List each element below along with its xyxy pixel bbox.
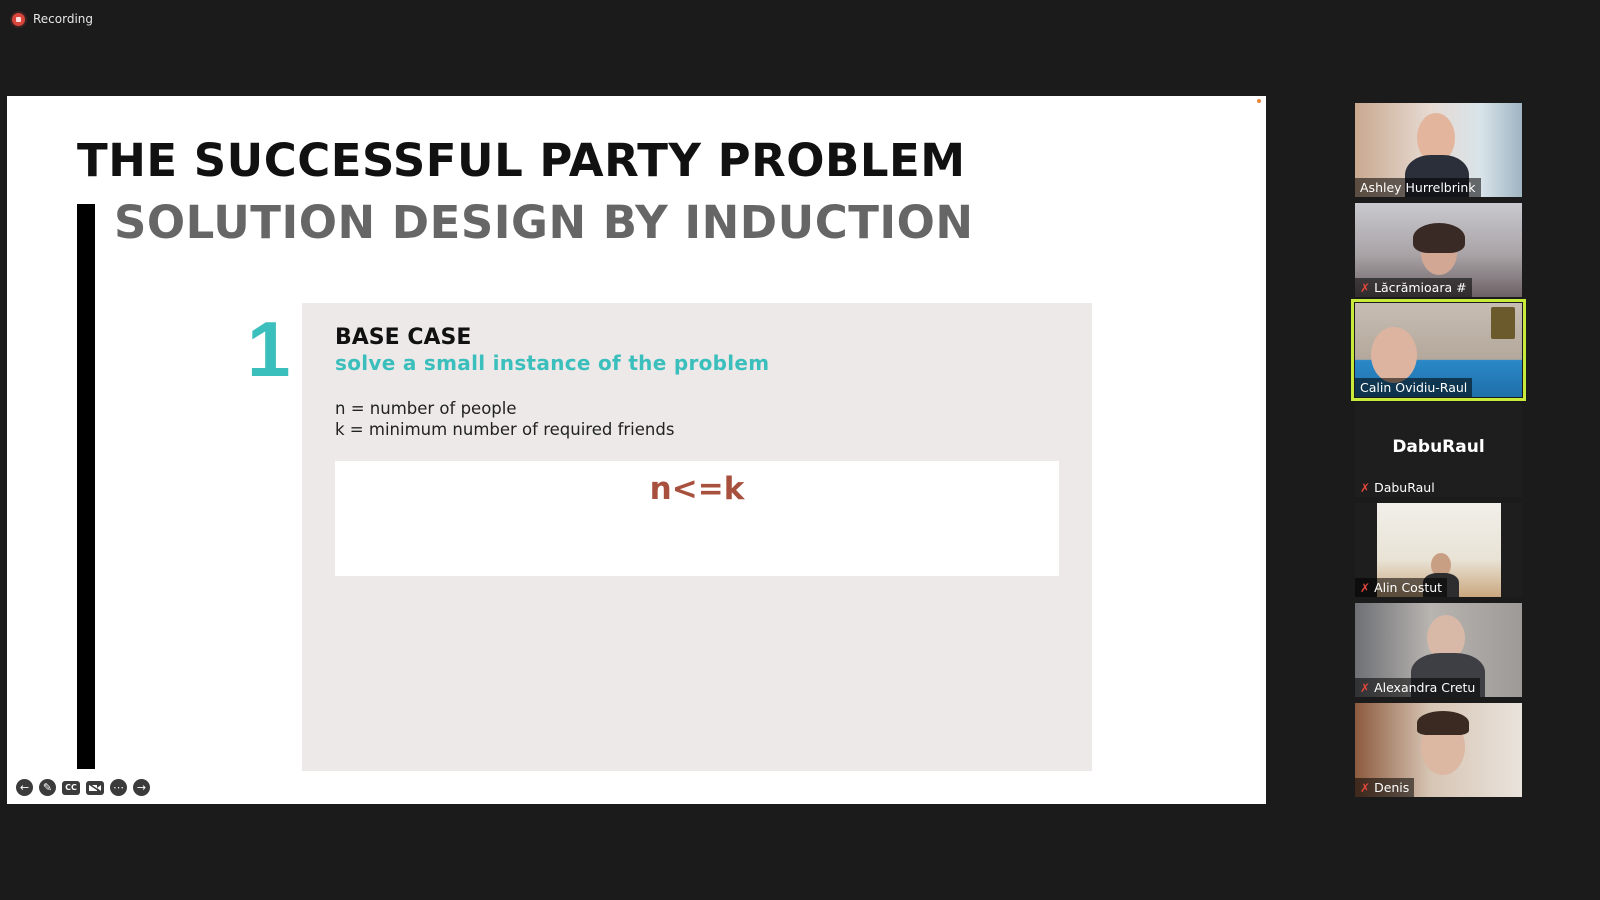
formula-box: n<=k: [335, 461, 1059, 576]
video-off-icon[interactable]: [86, 780, 104, 795]
back-icon[interactable]: ←: [16, 779, 33, 796]
base-case-formula: n<=k: [649, 471, 745, 507]
slide-title: THE SUCCESSFUL PARTY PROBLEM: [77, 134, 966, 187]
recording-icon: [12, 12, 25, 26]
slide-accent-bar: [77, 204, 95, 769]
participant-tile[interactable]: Ashley Hurrelbrink: [1355, 103, 1522, 197]
participant-name-label: Calin Ovidiu-Raul: [1355, 378, 1473, 397]
participant-tile[interactable]: ✗ Denis: [1355, 703, 1522, 797]
slide-subtitle: SOLUTION DESIGN BY INDUCTION: [114, 196, 974, 249]
pencil-icon[interactable]: ✎: [39, 779, 56, 796]
participant-name-label: Ashley Hurrelbrink: [1355, 178, 1481, 197]
definition-n: n = number of people: [335, 399, 517, 418]
participant-name-label: ✗ Alin Costut: [1355, 578, 1448, 597]
shared-screen-slide: THE SUCCESSFUL PARTY PROBLEM SOLUTION DE…: [7, 96, 1266, 804]
participant-name-label: ✗ DabuRaul: [1360, 480, 1435, 495]
definition-k: k = minimum number of required friends: [335, 420, 675, 439]
participant-tile[interactable]: ✗ Lăcrămioara #: [1355, 203, 1522, 297]
participant-tile[interactable]: ✗ Alexandra Cretu: [1355, 603, 1522, 697]
participant-tile[interactable]: DabuRaul ✗ DabuRaul: [1355, 403, 1522, 497]
participant-tile-active-speaker[interactable]: Calin Ovidiu-Raul: [1351, 299, 1526, 401]
slide-indicator-dot: [1257, 99, 1261, 103]
base-case-heading: BASE CASE: [335, 325, 472, 350]
more-icon[interactable]: ⋯: [110, 779, 127, 796]
base-case-panel: BASE CASE solve a small instance of the …: [302, 303, 1092, 771]
step-number: 1: [247, 305, 291, 393]
participant-display-name: DabuRaul: [1392, 437, 1485, 457]
captions-icon[interactable]: CC: [62, 780, 80, 795]
base-case-tagline: solve a small instance of the problem: [335, 351, 770, 375]
participant-gallery: Ashley Hurrelbrink ✗ Lăcrămioara # Calin…: [1351, 103, 1526, 803]
forward-icon[interactable]: →: [133, 779, 150, 796]
recording-label: Recording: [33, 12, 94, 26]
slide-toolbar: ← ✎ CC ⋯ →: [16, 779, 150, 796]
muted-mic-icon: ✗: [1360, 280, 1371, 295]
muted-mic-icon: ✗: [1360, 480, 1371, 495]
participant-tile[interactable]: ✗ Alin Costut: [1355, 503, 1522, 597]
participant-name-label: ✗ Denis: [1355, 778, 1415, 797]
recording-indicator[interactable]: Recording: [12, 12, 93, 26]
participant-name-label: ✗ Alexandra Cretu: [1355, 678, 1481, 697]
participant-name-label: ✗ Lăcrămioara #: [1355, 278, 1472, 297]
muted-mic-icon: ✗: [1360, 780, 1371, 795]
muted-mic-icon: ✗: [1360, 580, 1371, 595]
muted-mic-icon: ✗: [1360, 680, 1371, 695]
